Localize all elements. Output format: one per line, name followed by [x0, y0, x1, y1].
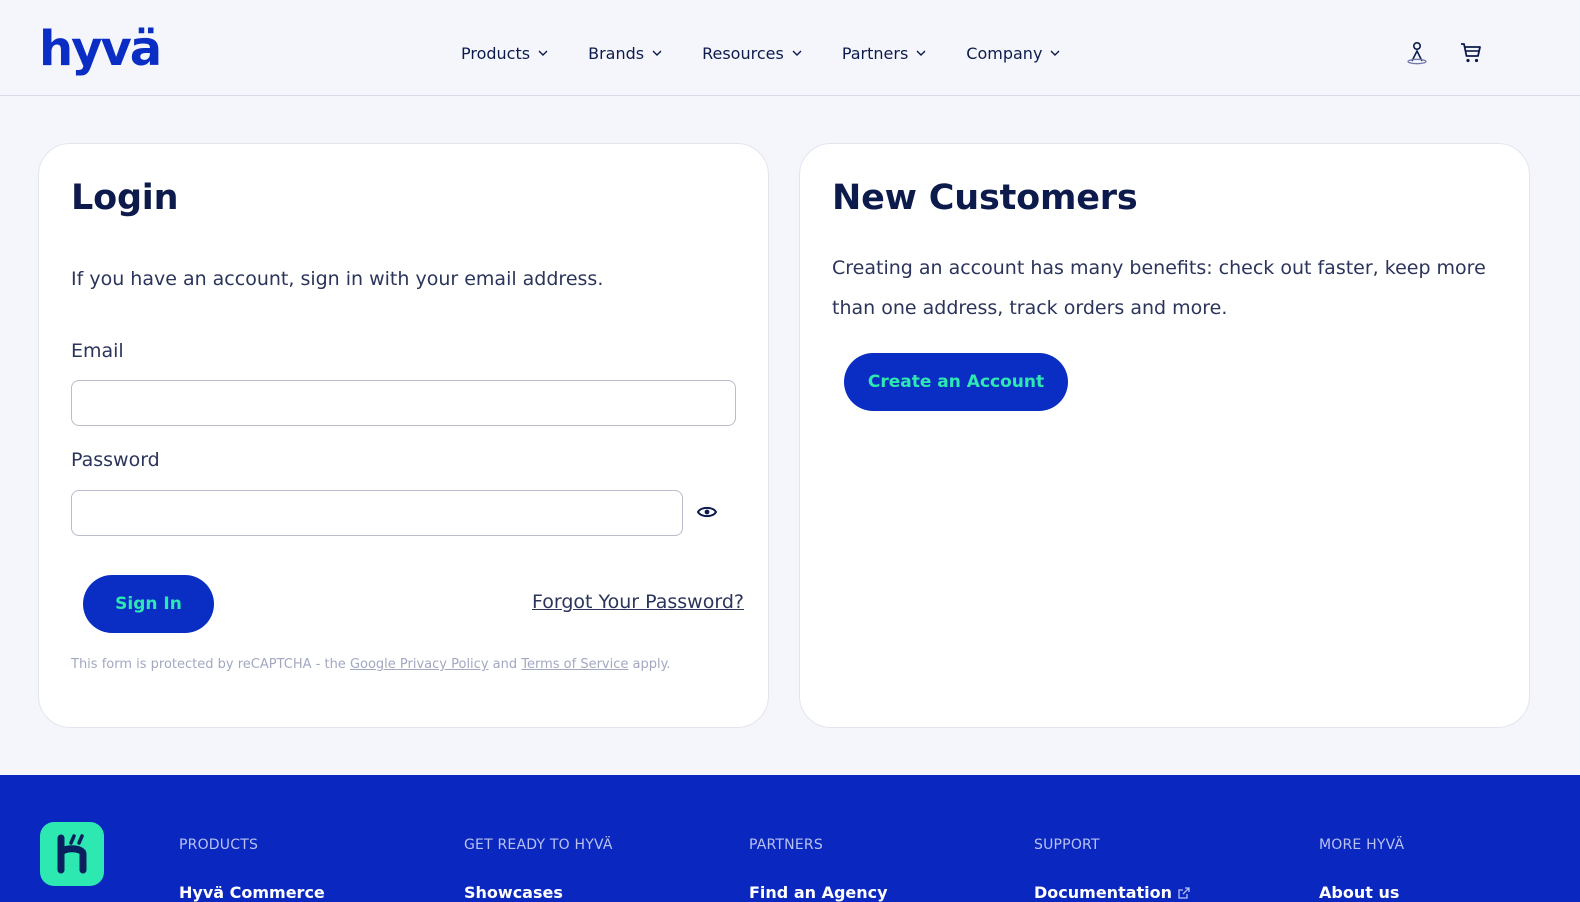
footer-heading: GET READY TO HYVÄ: [464, 837, 613, 853]
footer-heading: PARTNERS: [749, 837, 823, 853]
footer-heading: SUPPORT: [1034, 837, 1100, 853]
footer-link-about-us[interactable]: About us: [1319, 883, 1404, 902]
new-customers-card: New Customers Creating an account has ma…: [799, 143, 1530, 728]
terms-of-service-link[interactable]: Terms of Service: [521, 657, 628, 672]
footer-link-documentation[interactable]: Documentation: [1034, 883, 1190, 902]
chevron-down-icon: [652, 50, 662, 56]
footer-heading: MORE HYVÄ: [1319, 837, 1405, 853]
header-actions: [1404, 40, 1484, 66]
eye-icon[interactable]: [696, 501, 718, 523]
login-card: Login If you have an account, sign in wi…: [38, 143, 769, 728]
chevron-down-icon: [538, 50, 548, 56]
cart-icon[interactable]: [1458, 40, 1484, 66]
footer-col-get-ready: GET READY TO HYVÄ Showcases: [464, 837, 613, 902]
footer-col-partners: PARTNERS Find an Agency: [749, 837, 888, 902]
footer-link-hyva-commerce[interactable]: Hyvä Commerce: [179, 883, 325, 902]
account-icon[interactable]: [1404, 40, 1430, 66]
nav-label: Partners: [841, 43, 909, 63]
footer-link-label: Documentation: [1034, 883, 1173, 902]
sign-in-button[interactable]: Sign In: [83, 575, 214, 633]
nav-products[interactable]: Products: [461, 44, 548, 63]
nav-brands[interactable]: Brands: [588, 44, 662, 63]
login-title: Login: [71, 178, 179, 218]
chevron-down-icon: [916, 50, 926, 56]
forgot-password-link[interactable]: Forgot Your Password?: [532, 591, 744, 613]
recaptcha-prefix: This form is protected by reCAPTCHA - th…: [71, 657, 350, 672]
external-link-icon: [1178, 886, 1190, 899]
password-field[interactable]: [71, 490, 683, 536]
nav-label: Brands: [588, 43, 645, 63]
privacy-policy-link[interactable]: Google Privacy Policy: [350, 657, 489, 672]
footer-col-products: PRODUCTS Hyvä Commerce: [179, 837, 325, 902]
hyva-logo[interactable]: hyvä: [39, 22, 162, 76]
hyva-footer-logo-icon[interactable]: [40, 822, 104, 886]
site-footer: PRODUCTS Hyvä Commerce GET READY TO HYVÄ…: [0, 775, 1580, 902]
recaptcha-and: and: [488, 657, 522, 672]
email-label: Email: [71, 340, 124, 362]
email-field[interactable]: [71, 380, 736, 426]
login-intro: If you have an account, sign in with you…: [71, 268, 604, 290]
footer-col-support: SUPPORT Documentation: [1034, 837, 1190, 902]
nav-company[interactable]: Company: [966, 44, 1060, 63]
chevron-down-icon: [792, 50, 802, 56]
password-label: Password: [71, 449, 160, 471]
recaptcha-suffix: apply.: [628, 657, 671, 672]
footer-heading: PRODUCTS: [179, 837, 259, 853]
footer-link-showcases[interactable]: Showcases: [464, 883, 613, 902]
recaptcha-notice: This form is protected by reCAPTCHA - th…: [71, 657, 671, 672]
footer-link-find-agency[interactable]: Find an Agency: [749, 883, 888, 902]
nav-resources[interactable]: Resources: [702, 44, 802, 63]
main-nav: Products Brands Resources Partners Compa…: [461, 41, 1100, 65]
nav-partners[interactable]: Partners: [842, 44, 926, 63]
site-header: hyvä Products Brands Resources Partners: [0, 0, 1580, 96]
new-customers-intro: Creating an account has many benefits: c…: [832, 257, 1486, 319]
new-customers-title: New Customers: [832, 178, 1138, 218]
create-account-button[interactable]: Create an Account: [844, 353, 1068, 411]
nav-label: Company: [966, 43, 1043, 63]
footer-col-more-hyva: MORE HYVÄ About us: [1319, 837, 1404, 902]
nav-label: Resources: [702, 43, 784, 63]
nav-label: Products: [461, 43, 531, 63]
chevron-down-icon: [1050, 50, 1060, 56]
